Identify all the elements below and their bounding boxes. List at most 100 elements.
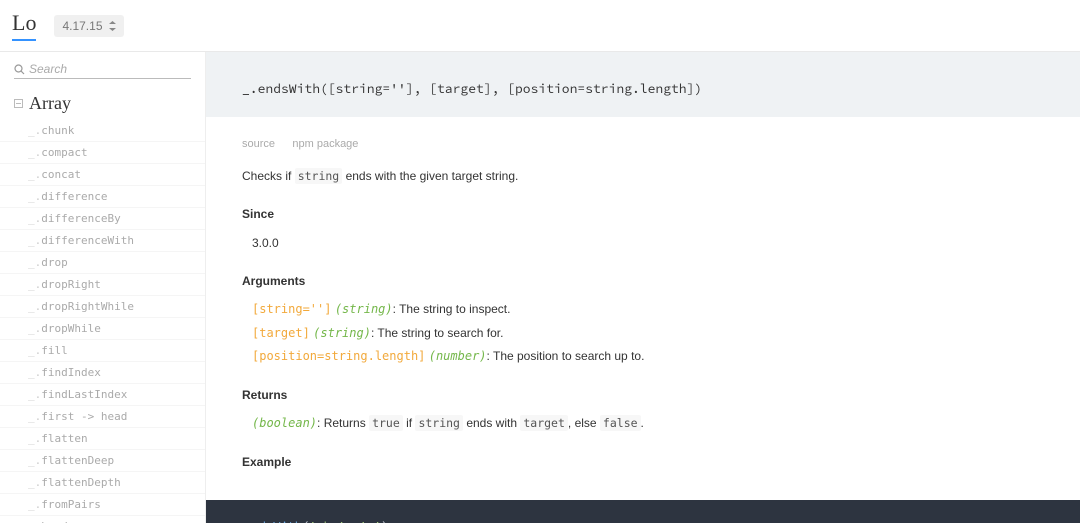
npm-link[interactable]: npm package — [292, 138, 358, 150]
method-prefix: _. — [28, 410, 41, 423]
sidebar-method-item[interactable]: _.chunk — [0, 120, 205, 142]
method-name: flattenDeep — [41, 454, 114, 467]
method-name: differenceBy — [41, 212, 120, 225]
example-heading: Example — [242, 452, 1044, 472]
sidebar-method-item[interactable]: _.compact — [0, 142, 205, 164]
method-name: flattenDepth — [41, 476, 120, 489]
method-prefix: _. — [28, 454, 41, 467]
arguments-list: [string=''] (string): The string to insp… — [242, 299, 1044, 366]
method-name: fromPairs — [41, 498, 101, 511]
method-name: dropRightWhile — [41, 300, 134, 313]
method-name: dropWhile — [41, 322, 101, 335]
arg-name: [string=''] — [252, 302, 331, 316]
ret-t2: if — [403, 416, 416, 430]
ret-c4: false — [600, 415, 641, 431]
argument-line: [target] (string): The string to search … — [252, 323, 1044, 343]
method-name: flatten — [41, 432, 87, 445]
arg-name: [position=string.length] — [252, 349, 425, 363]
method-name: first -> head — [41, 410, 127, 423]
sidebar-method-item[interactable]: _.dropRightWhile — [0, 296, 205, 318]
function-signature: _.endsWith([string=''], [target], [posit… — [206, 52, 1080, 117]
search-icon — [14, 64, 25, 75]
sidebar-method-item[interactable]: _.dropRight — [0, 274, 205, 296]
code-example: _.endsWith('abc', 'c');// => true _.ends… — [206, 500, 1080, 523]
arg-type: (number) — [429, 349, 487, 363]
sidebar-method-item[interactable]: _.fromPairs — [0, 494, 205, 516]
sidebar-method-item[interactable]: _.first -> head — [0, 406, 205, 428]
sidebar-method-item[interactable]: _.differenceWith — [0, 230, 205, 252]
meta-links: source npm package — [242, 133, 1044, 154]
desc-text-2: ends with the given target string. — [342, 169, 518, 183]
description: Checks if string ends with the given tar… — [242, 166, 1044, 187]
since-heading: Since — [242, 204, 1044, 224]
ret-t3: ends with — [463, 416, 520, 430]
method-name: drop — [41, 256, 68, 269]
method-name: fill — [41, 344, 68, 357]
caret-updown-icon — [109, 21, 116, 31]
sidebar-method-item[interactable]: _.flatten — [0, 428, 205, 450]
method-name: differenceWith — [41, 234, 134, 247]
method-prefix: _. — [28, 234, 41, 247]
sidebar-method-item[interactable]: _.head — [0, 516, 205, 523]
sidebar-method-item[interactable]: _.concat — [0, 164, 205, 186]
sidebar-method-item[interactable]: _.findIndex — [0, 362, 205, 384]
method-prefix: _. — [28, 190, 41, 203]
method-prefix: _. — [28, 278, 41, 291]
since-value: 3.0.0 — [242, 233, 1044, 253]
brand-logo[interactable]: Lo — [12, 10, 36, 41]
argument-line: [string=''] (string): The string to insp… — [252, 299, 1044, 319]
method-prefix: _. — [28, 212, 41, 225]
sidebar-method-item[interactable]: _.difference — [0, 186, 205, 208]
ret-t4: , else — [568, 416, 600, 430]
argument-line: [position=string.length] (number): The p… — [252, 346, 1044, 366]
sidebar-method-item[interactable]: _.flattenDepth — [0, 472, 205, 494]
code-line: _.endsWith('abc', 'c'); — [230, 518, 1056, 523]
arguments-heading: Arguments — [242, 271, 1044, 291]
method-name: concat — [41, 168, 81, 181]
method-name: findIndex — [41, 366, 101, 379]
method-prefix: _. — [28, 498, 41, 511]
method-prefix: _. — [28, 300, 41, 313]
arg-desc: : The string to search for. — [371, 326, 504, 340]
method-prefix: _. — [28, 146, 41, 159]
ret-t1: : Returns — [317, 416, 369, 430]
method-prefix: _. — [28, 124, 41, 137]
arg-type: (string) — [335, 302, 393, 316]
desc-text-1: Checks if — [242, 169, 295, 183]
arg-desc: : The position to search up to. — [487, 349, 645, 363]
method-prefix: _. — [28, 388, 41, 401]
ret-c3: target — [520, 415, 568, 431]
app-header: Lo 4.17.15 — [0, 4, 1080, 52]
sidebar-method-item[interactable]: _.drop — [0, 252, 205, 274]
returns-line: (boolean): Returns true if string ends w… — [242, 413, 1044, 434]
arg-desc: : The string to inspect. — [393, 302, 511, 316]
source-link[interactable]: source — [242, 138, 275, 150]
return-type: (boolean) — [252, 416, 317, 430]
sidebar-method-item[interactable]: _.differenceBy — [0, 208, 205, 230]
doc-content: _.endsWith([string=''], [target], [posit… — [206, 52, 1080, 523]
search-input[interactable] — [29, 62, 191, 76]
sidebar-category-header[interactable]: Array — [0, 87, 205, 120]
ret-c1: true — [369, 415, 403, 431]
sidebar-method-item[interactable]: _.fill — [0, 340, 205, 362]
method-prefix: _. — [28, 256, 41, 269]
sidebar-method-item[interactable]: _.flattenDeep — [0, 450, 205, 472]
sidebar: Array _.chunk_.compact_.concat_.differen… — [0, 52, 206, 523]
search-box[interactable] — [14, 62, 191, 79]
desc-code: string — [295, 168, 343, 184]
sidebar-method-item[interactable]: _.findLastIndex — [0, 384, 205, 406]
arg-name: [target] — [252, 326, 310, 340]
version-dropdown[interactable]: 4.17.15 — [54, 15, 123, 37]
collapse-icon — [14, 99, 23, 108]
arg-type: (string) — [313, 326, 371, 340]
sidebar-method-item[interactable]: _.dropWhile — [0, 318, 205, 340]
ret-c2: string — [415, 415, 463, 431]
method-name: compact — [41, 146, 87, 159]
method-prefix: _. — [28, 168, 41, 181]
method-prefix: _. — [28, 366, 41, 379]
method-name: dropRight — [41, 278, 101, 291]
method-prefix: _. — [28, 432, 41, 445]
method-prefix: _. — [28, 322, 41, 335]
method-prefix: _. — [28, 344, 41, 357]
returns-heading: Returns — [242, 385, 1044, 405]
